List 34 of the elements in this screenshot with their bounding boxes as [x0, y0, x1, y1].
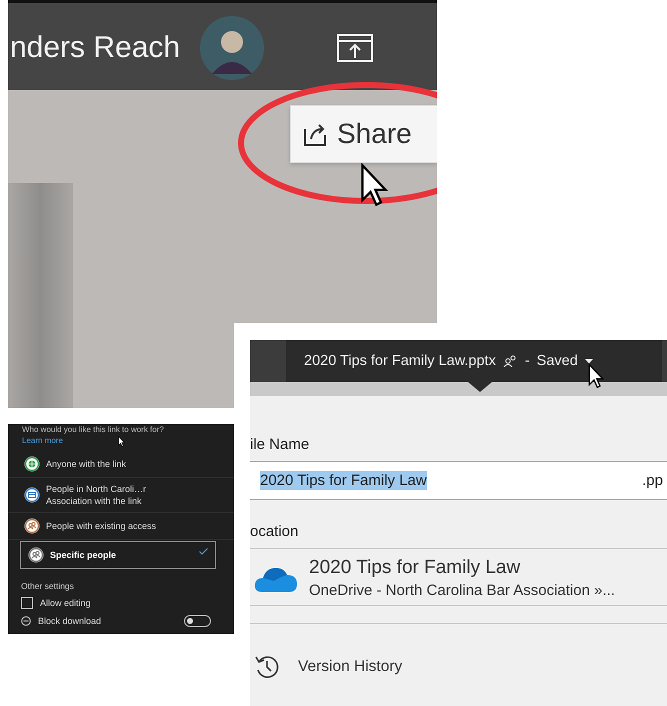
- file-name-field[interactable]: 2020 Tips for Family Law .pp: [250, 462, 667, 500]
- people-icon: [24, 518, 40, 534]
- link-option[interactable]: Anyone with the link: [8, 451, 234, 478]
- share-button[interactable]: Share: [290, 105, 437, 163]
- people-icon: [28, 547, 44, 563]
- link-option[interactable]: Specific people: [20, 541, 216, 569]
- people-icon: [502, 355, 518, 367]
- link-option[interactable]: People with existing access: [8, 513, 234, 540]
- document-title[interactable]: 2020 Tips for Family Law.pptx: [304, 353, 496, 369]
- save-status[interactable]: Saved: [536, 353, 578, 369]
- minus-circle-icon: [21, 616, 31, 626]
- version-history-button[interactable]: Version History: [254, 654, 402, 680]
- building-icon: [24, 487, 40, 503]
- section-heading: Other settings: [21, 581, 75, 591]
- cursor-icon: [118, 436, 125, 447]
- cursor-icon: [588, 363, 604, 389]
- history-icon: [254, 654, 280, 680]
- caret-icon[interactable]: [584, 358, 593, 364]
- upload-icon[interactable]: [337, 34, 373, 62]
- location-item[interactable]: 2020 Tips for Family Law OneDrive - North Carolina Bar Association »...: [250, 549, 667, 606]
- checkmark-icon: [199, 548, 208, 555]
- section-label: ocation: [250, 523, 667, 549]
- toggle-label: Block download: [38, 616, 102, 626]
- checkbox[interactable]: [21, 597, 33, 609]
- link-option[interactable]: People in North Caroli…r Association with the link: [8, 478, 234, 513]
- avatar[interactable]: [200, 16, 264, 80]
- account-name: nders Reach: [10, 30, 182, 64]
- toggle-switch[interactable]: [184, 615, 211, 627]
- separator-text: -: [524, 353, 530, 369]
- prompt-text: Who would you like this link to work for?: [22, 425, 165, 435]
- cursor-icon: [360, 163, 388, 207]
- globe-icon: [24, 456, 40, 472]
- checkbox-label: Allow editing: [40, 598, 91, 608]
- learn-more-link[interactable]: Learn more: [22, 436, 63, 445]
